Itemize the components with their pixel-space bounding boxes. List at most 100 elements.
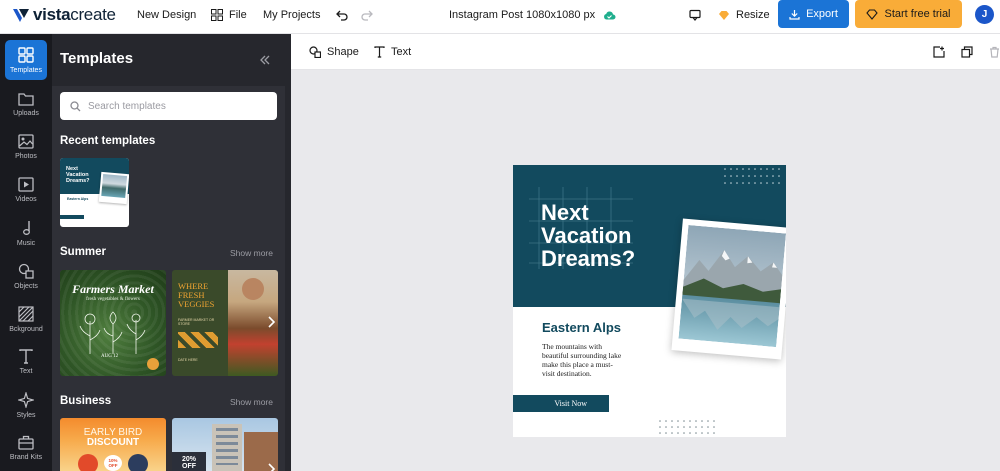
duplicate-page-button[interactable] — [961, 45, 973, 63]
rail-item-templates[interactable]: Templates — [5, 40, 47, 80]
rail-label: Bckground — [9, 325, 43, 333]
file-menu-button[interactable]: File — [211, 0, 247, 30]
templates-icon — [18, 46, 34, 63]
message-icon — [689, 9, 701, 21]
briefcase-icon — [18, 435, 34, 450]
chevron-right-icon — [268, 463, 275, 471]
description-line-3: make this place a must- — [542, 360, 613, 369]
rail-label: Objects — [14, 282, 38, 290]
early-bird-discount: DISCOUNT — [86, 437, 140, 448]
cloud-saved-icon — [604, 11, 616, 20]
rail-item-objects[interactable]: Objects — [5, 256, 47, 296]
sparkle-icon — [18, 391, 34, 408]
shape-tool-label: Shape — [327, 46, 359, 58]
shape-tool-button[interactable]: Shape — [309, 34, 359, 70]
chevron-right-icon — [268, 316, 275, 328]
rail-item-text[interactable]: Text — [5, 342, 47, 382]
dot-pattern-bottom[interactable] — [658, 419, 718, 435]
grid-icon — [211, 9, 223, 21]
recent-thumb-sub: Eastern Alps — [67, 197, 89, 201]
text-tool-label: Text — [391, 46, 412, 58]
rail-label: Photos — [15, 153, 37, 160]
rail-label: Music — [16, 239, 36, 247]
summer-next-button[interactable] — [263, 314, 279, 330]
buildings-badge: 20% OFF — [181, 456, 196, 470]
summer-template-farmers-market[interactable]: Farmers Market fresh vegetables & flower… — [60, 270, 166, 376]
image-icon — [18, 134, 34, 149]
search-input[interactable] — [88, 100, 268, 112]
mountain-lake-image — [678, 224, 786, 348]
search-icon — [70, 100, 81, 111]
vistacreate-logo[interactable]: vistacreate — [11, 4, 116, 26]
rail-label: Styles — [16, 411, 36, 419]
summer-section-title: Summer — [60, 246, 107, 258]
fresh-veggies-subtitle: FARMER MARKET OR STORE — [178, 318, 215, 326]
background-icon — [18, 305, 34, 322]
subtitle-text[interactable]: Eastern Alps — [542, 320, 621, 335]
resize-label: Resize — [736, 9, 770, 21]
fresh-veggies-title: WHERE FRESH VEGGIES — [178, 281, 215, 309]
logo-mark-icon — [11, 5, 31, 25]
text-icon — [19, 349, 33, 364]
visit-now-button[interactable]: Visit Now — [513, 395, 609, 412]
dot-pattern-top[interactable] — [723, 167, 783, 185]
rail-item-music[interactable]: Music — [5, 213, 47, 253]
delete-page-button[interactable] — [989, 45, 1000, 63]
description-line-1: The mountains with — [542, 342, 602, 351]
summer-show-more-link[interactable]: Show more — [230, 248, 273, 258]
collapse-panel-button[interactable] — [259, 52, 271, 70]
add-page-icon — [933, 46, 945, 58]
business-show-more-link[interactable]: Show more — [230, 397, 273, 407]
new-design-label: New Design — [137, 9, 197, 21]
recent-template-thumb[interactable]: Next Vacation Dreams? Eastern Alps — [60, 158, 129, 227]
download-icon — [789, 9, 800, 20]
editor-toolbar: Shape Text — [291, 34, 1000, 70]
user-avatar[interactable]: J — [975, 5, 994, 24]
rail-label: Brand Kits — [9, 454, 43, 461]
music-note-icon — [23, 220, 30, 235]
templates-panel: Templates Recent templates Next Vacation… — [52, 34, 291, 471]
rail-label: Videos — [15, 196, 37, 203]
business-next-button[interactable] — [263, 461, 279, 471]
shapes-icon — [309, 46, 321, 58]
export-button[interactable]: Export — [778, 0, 849, 28]
description-line-4: visit destination. — [542, 369, 592, 378]
panel-title: Templates — [60, 50, 134, 67]
description-text[interactable]: The mountains with beautiful surrounding… — [542, 342, 662, 378]
redo-icon — [361, 10, 373, 21]
design-canvas[interactable]: Next Vacation Dreams? Eastern Alps The m… — [513, 165, 786, 437]
document-title[interactable]: Instagram Post 1080x1080 px — [449, 0, 616, 30]
headline-text[interactable]: Next Vacation Dreams? — [541, 201, 635, 270]
logo-text-light: create — [70, 5, 116, 24]
farmers-market-subtitle: fresh vegetables & flowers — [86, 297, 140, 302]
rail-item-videos[interactable]: Videos — [5, 170, 47, 210]
headline-line-2: Vacation — [541, 223, 632, 248]
my-projects-button[interactable]: My Projects — [263, 0, 320, 30]
undo-icon — [336, 10, 348, 21]
rail-item-brand-kits[interactable]: Brand Kits — [5, 428, 47, 468]
headline-line-3: Dreams? — [541, 246, 636, 271]
text-tool-button[interactable]: Text — [374, 34, 411, 70]
diamond-premium-icon — [719, 10, 729, 20]
recent-thumb-headline: Next Vacation Dreams? — [66, 166, 90, 184]
headline-line-1: Next — [541, 200, 589, 225]
my-projects-label: My Projects — [263, 9, 321, 21]
resize-button[interactable]: Resize — [718, 0, 770, 30]
shapes-icon — [18, 263, 34, 279]
duplicate-icon — [961, 46, 973, 58]
undo-button[interactable] — [336, 0, 348, 30]
start-free-trial-button[interactable]: Start free trial — [855, 0, 962, 28]
add-page-button[interactable] — [933, 45, 945, 63]
rail-item-photos[interactable]: Photos — [5, 127, 47, 167]
business-template-early-bird[interactable]: EARLY BIRD DISCOUNT 10% OFF — [60, 418, 166, 471]
rail-item-uploads[interactable]: Uploads — [5, 84, 47, 124]
redo-button[interactable] — [361, 0, 373, 30]
rail-item-styles[interactable]: Styles — [5, 385, 47, 425]
feedback-button[interactable] — [689, 0, 701, 30]
mountain-lake-photo[interactable] — [671, 218, 786, 360]
search-box[interactable] — [60, 92, 277, 120]
fresh-veggies-footer: DATE HERE — [178, 358, 198, 362]
start-free-trial-label: Start free trial — [884, 8, 951, 20]
rail-item-background[interactable]: Bckground — [5, 299, 47, 339]
new-design-button[interactable]: New Design — [137, 0, 196, 30]
